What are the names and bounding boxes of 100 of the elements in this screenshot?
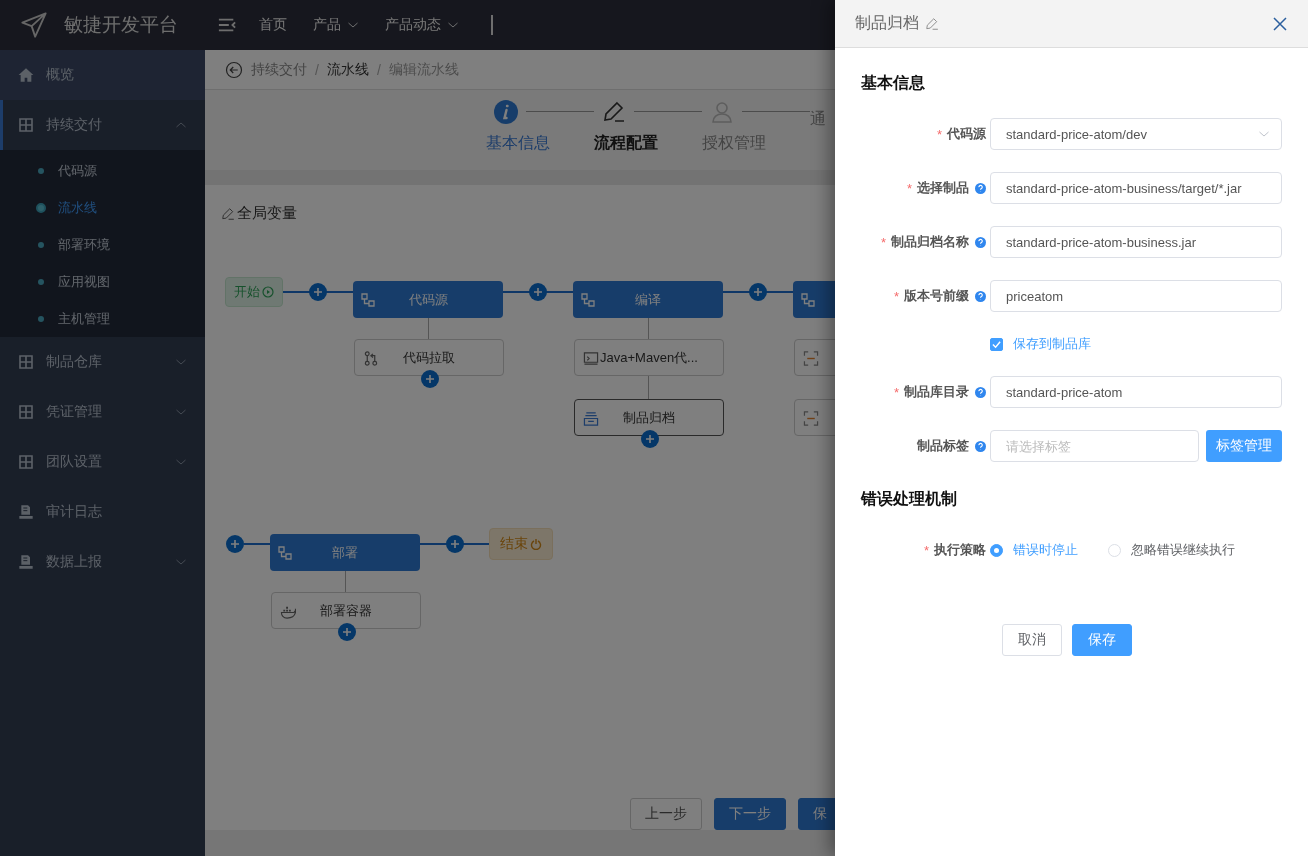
task-node[interactable]: 代码拉取 (354, 339, 504, 377)
input-field[interactable]: priceatom (990, 280, 1282, 312)
grid-icon (18, 117, 34, 133)
stage-node[interactable]: 编译 (573, 281, 723, 319)
input-field[interactable]: standard-price-atom-business/target/*.jar (990, 172, 1282, 204)
checkbox-label[interactable]: 保存到制品库 (1013, 335, 1091, 353)
help-icon[interactable] (975, 386, 986, 398)
plus-icon (645, 434, 655, 445)
stage-node[interactable]: 代码源 (353, 281, 503, 319)
field-label: 制品库目录 (904, 383, 969, 401)
start-node[interactable]: 开始 (225, 277, 283, 308)
task-node[interactable]: 制品归档 (574, 399, 724, 437)
grid-icon (18, 354, 34, 370)
user-icon (710, 100, 734, 124)
field-label: 执行策略 (934, 541, 986, 559)
pencil-icon[interactable] (925, 16, 939, 31)
sidebar-item[interactable]: 概览 (0, 50, 205, 100)
scan-icon (803, 351, 819, 367)
step-label[interactable]: 流程配置 (594, 133, 658, 154)
help-icon[interactable] (975, 290, 986, 302)
plus-icon (425, 374, 435, 385)
stage-node[interactable]: 部署 (270, 534, 420, 572)
submenu-item[interactable]: 应用视图 (0, 263, 205, 300)
tag-select-field[interactable]: 请选择标签 (990, 430, 1199, 462)
radio-option[interactable]: 错误时停止 (990, 541, 1078, 559)
flow-icon (278, 546, 292, 561)
task-node[interactable]: Java+Maven代... (574, 339, 724, 377)
required-mark: * (880, 234, 886, 250)
radio-option[interactable]: 忽略错误继续执行 (1108, 541, 1235, 559)
sidebar-item[interactable]: 制品仓库 (0, 337, 205, 387)
close-icon[interactable] (1272, 15, 1288, 32)
add-button[interactable] (529, 283, 547, 302)
add-button[interactable] (641, 430, 659, 449)
add-button[interactable] (421, 370, 439, 389)
submenu-item[interactable]: 流水线 (0, 189, 205, 226)
select-field[interactable]: standard-price-atom/dev (990, 118, 1282, 150)
required-mark: * (936, 126, 942, 142)
end-node[interactable]: 结束 (489, 528, 553, 561)
scan-icon (803, 411, 819, 427)
menu-icon[interactable] (217, 16, 237, 34)
add-button[interactable] (338, 623, 356, 642)
primary-button[interactable]: 下一步 (714, 798, 786, 830)
add-button[interactable] (446, 535, 464, 554)
breadcrumb-link[interactable]: 持续交付 (251, 60, 307, 79)
plus-icon (753, 287, 763, 298)
help-icon[interactable] (975, 236, 986, 248)
input-field[interactable]: standard-price-atom (990, 376, 1282, 408)
flow-icon (361, 293, 375, 308)
field-label: 选择制品 (917, 179, 969, 197)
nav-item[interactable]: 产品动态 (385, 16, 459, 34)
required-mark: * (893, 384, 899, 400)
field-label: 版本号前缀 (904, 287, 969, 305)
app-title: 敏捷开发平台 (64, 13, 178, 37)
sidebar-item[interactable]: 团队设置 (0, 437, 205, 487)
breadcrumb-separator: / (315, 61, 319, 78)
add-button[interactable] (226, 535, 244, 554)
help-icon[interactable] (975, 440, 986, 452)
flow-icon (801, 293, 815, 308)
grid-icon (18, 454, 34, 470)
field-label: 代码源 (947, 125, 986, 143)
submenu-item[interactable]: 部署环境 (0, 226, 205, 263)
sidebar-item[interactable]: 审计日志 (0, 487, 205, 537)
submenu-item[interactable]: 主机管理 (0, 300, 205, 337)
plus-icon (450, 539, 460, 550)
breadcrumb-link[interactable]: 流水线 (326, 60, 369, 79)
tag-manage-button[interactable]: 标签管理 (1206, 430, 1282, 462)
submenu-item[interactable]: 代码源 (0, 152, 205, 189)
pencil-icon (221, 206, 235, 221)
paper-plane-logo-icon (20, 11, 48, 39)
home-icon (18, 67, 34, 83)
plus-icon (533, 287, 543, 298)
section-title: 错误处理机制 (861, 489, 958, 509)
sidebar-item[interactable]: 凭证管理 (0, 387, 205, 437)
plus-icon (313, 287, 323, 298)
nav-item[interactable]: 首页 (259, 16, 287, 34)
add-button[interactable] (309, 283, 327, 302)
help-icon[interactable] (975, 182, 986, 194)
step-label[interactable]: 基本信息 (486, 133, 550, 154)
pencil-icon (602, 100, 626, 124)
plus-icon (342, 627, 352, 638)
info-icon (494, 100, 518, 124)
add-button[interactable] (749, 283, 767, 302)
input-field[interactable]: standard-price-atom-business.jar (990, 226, 1282, 258)
save-button[interactable]: 保存 (1071, 624, 1132, 656)
checkbox[interactable] (990, 337, 1003, 351)
cancel-button[interactable]: 取消 (1001, 624, 1062, 656)
plus-icon (230, 539, 240, 550)
field-label: 制品归档名称 (891, 233, 969, 251)
field-label: 制品标签 (917, 437, 969, 455)
required-mark: * (923, 542, 929, 558)
archive-icon (583, 411, 599, 427)
task-node[interactable]: 部署容器 (271, 592, 421, 630)
button[interactable]: 上一步 (630, 798, 702, 830)
required-mark: * (906, 180, 912, 196)
section-title: 基本信息 (861, 73, 926, 93)
nav-item[interactable]: 产品 (313, 16, 359, 34)
check-icon (992, 339, 1001, 349)
required-mark: * (893, 288, 899, 304)
back-icon[interactable] (225, 60, 243, 79)
terminal-icon (583, 351, 599, 367)
